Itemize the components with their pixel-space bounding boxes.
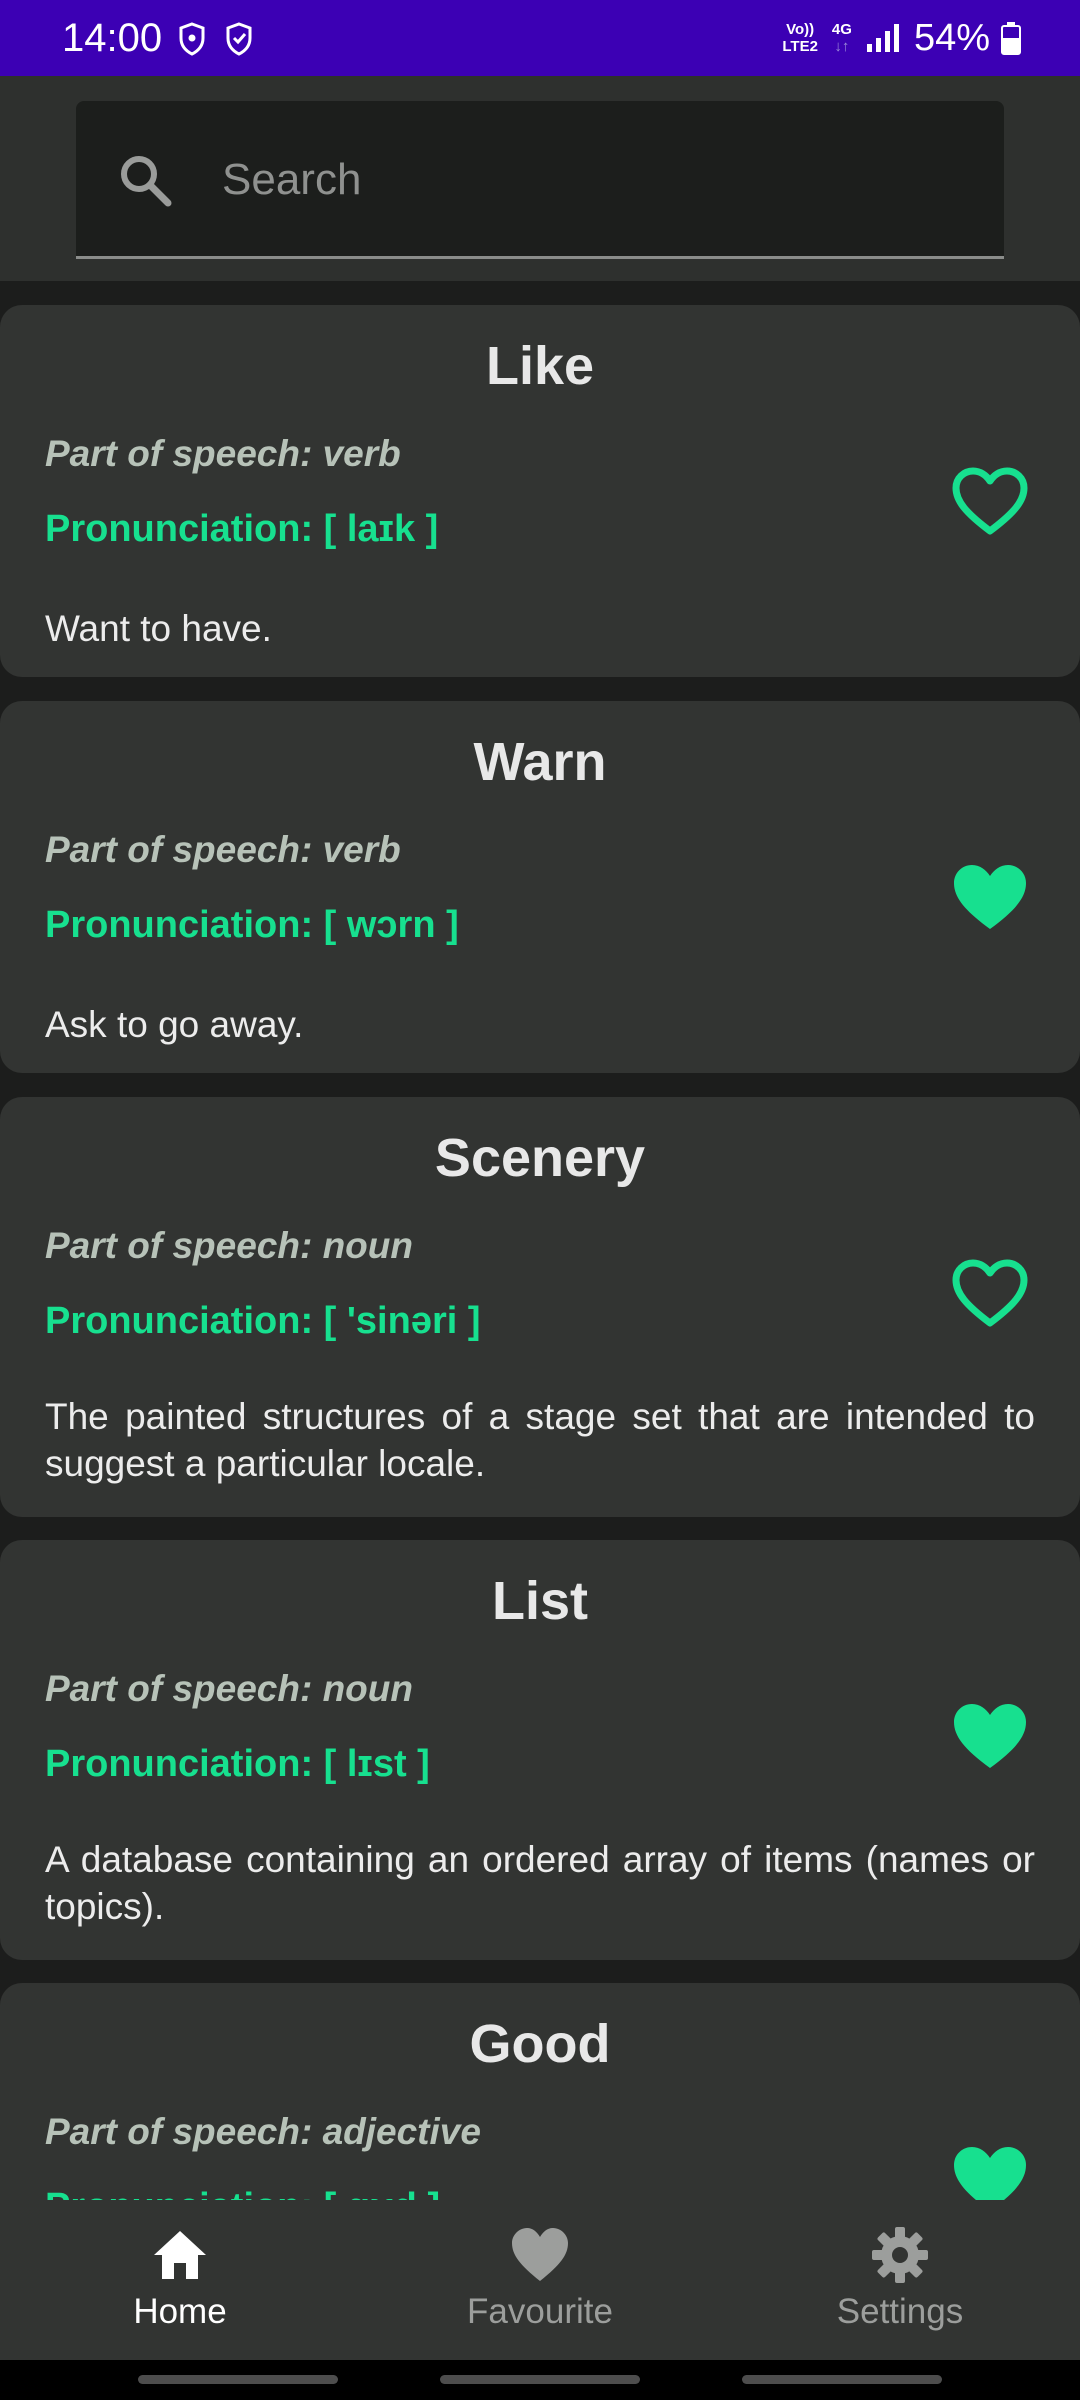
gesture-pill[interactable]	[440, 2375, 640, 2384]
pronunciation: Pronunciation: [ gʊd ]	[45, 2186, 440, 2200]
nav-favourite-label: Favourite	[467, 2292, 613, 2331]
heart-filled-icon[interactable]	[952, 1702, 1028, 1772]
nav-home-label: Home	[133, 2292, 227, 2331]
nav-favourite[interactable]: Favourite	[360, 2200, 720, 2360]
search-area: Search	[0, 76, 1080, 281]
definition: A database containing an ordered array o…	[45, 1839, 1035, 1927]
pronunciation: Pronunciation: [ wɔrn ]	[45, 904, 459, 946]
pronunciation: Pronunciation: [ 'sinəri ]	[45, 1300, 481, 1342]
heart-outline-icon[interactable]	[952, 467, 1028, 537]
pronunciation: Pronunciation: [ lɪst ]	[45, 1743, 430, 1785]
system-gesture-bar	[0, 2360, 1080, 2400]
word-card[interactable]: Like Part of speech: verb Pronunciation:…	[0, 305, 1080, 677]
definition: Ask to go away.	[45, 1004, 304, 1045]
part-of-speech: Part of speech: adjective	[45, 2111, 481, 2152]
word-card[interactable]: Warn Part of speech: verb Pronunciation:…	[0, 701, 1080, 1073]
word-list[interactable]: Like Part of speech: verb Pronunciation:…	[0, 305, 1080, 2200]
gesture-pill[interactable]	[742, 2375, 942, 2384]
word-title: List	[491, 1571, 588, 1631]
word-title: Scenery	[434, 1128, 646, 1188]
search-placeholder: Search	[222, 155, 362, 204]
nav-home[interactable]: Home	[0, 2200, 360, 2360]
pronunciation: Pronunciation: [ laɪk ]	[45, 508, 439, 550]
definition: Want to have.	[45, 608, 272, 649]
heart-icon	[512, 2228, 568, 2281]
part-of-speech: Part of speech: verb	[45, 433, 401, 474]
shield-check-icon	[226, 22, 252, 56]
word-card[interactable]: Good Part of speech: adjective Pronuncia…	[0, 1983, 1080, 2200]
volte-indicator: Vo)) LTE2	[782, 21, 818, 55]
signal-icon	[866, 24, 899, 52]
bottom-navigation: Home Favourite Settings	[0, 2200, 1080, 2360]
status-time: 14:00	[62, 16, 163, 60]
part-of-speech: Part of speech: noun	[45, 1668, 413, 1709]
search-icon	[121, 156, 172, 207]
word-title: Good	[469, 2014, 611, 2074]
word-title: Warn	[473, 732, 607, 792]
part-of-speech: Part of speech: verb	[45, 829, 401, 870]
word-card[interactable]: Scenery Part of speech: noun Pronunciati…	[0, 1097, 1080, 1517]
gesture-pill[interactable]	[138, 2375, 338, 2384]
nav-settings-label: Settings	[836, 2292, 964, 2331]
status-bar: 14:00 Vo)) LTE2 4G ↓↑ 54%	[0, 0, 1080, 76]
word-title: Like	[485, 336, 595, 396]
nav-settings[interactable]: Settings	[720, 2200, 1080, 2360]
heart-filled-icon[interactable]	[952, 2145, 1028, 2200]
battery-percent: 54%	[913, 16, 990, 59]
word-card[interactable]: List Part of speech: noun Pronunciation:…	[0, 1540, 1080, 1960]
heart-outline-icon[interactable]	[952, 1259, 1028, 1329]
search-input[interactable]: Search	[76, 101, 1004, 259]
gear-icon	[872, 2227, 928, 2283]
part-of-speech: Part of speech: noun	[45, 1225, 413, 1266]
definition: The painted structures of a stage set th…	[45, 1396, 1035, 1484]
heart-filled-icon[interactable]	[952, 863, 1028, 933]
battery-icon	[1001, 22, 1021, 55]
home-icon	[154, 2231, 206, 2279]
shield-icon	[179, 22, 205, 56]
network-4g-indicator: 4G ↓↑	[831, 21, 852, 55]
